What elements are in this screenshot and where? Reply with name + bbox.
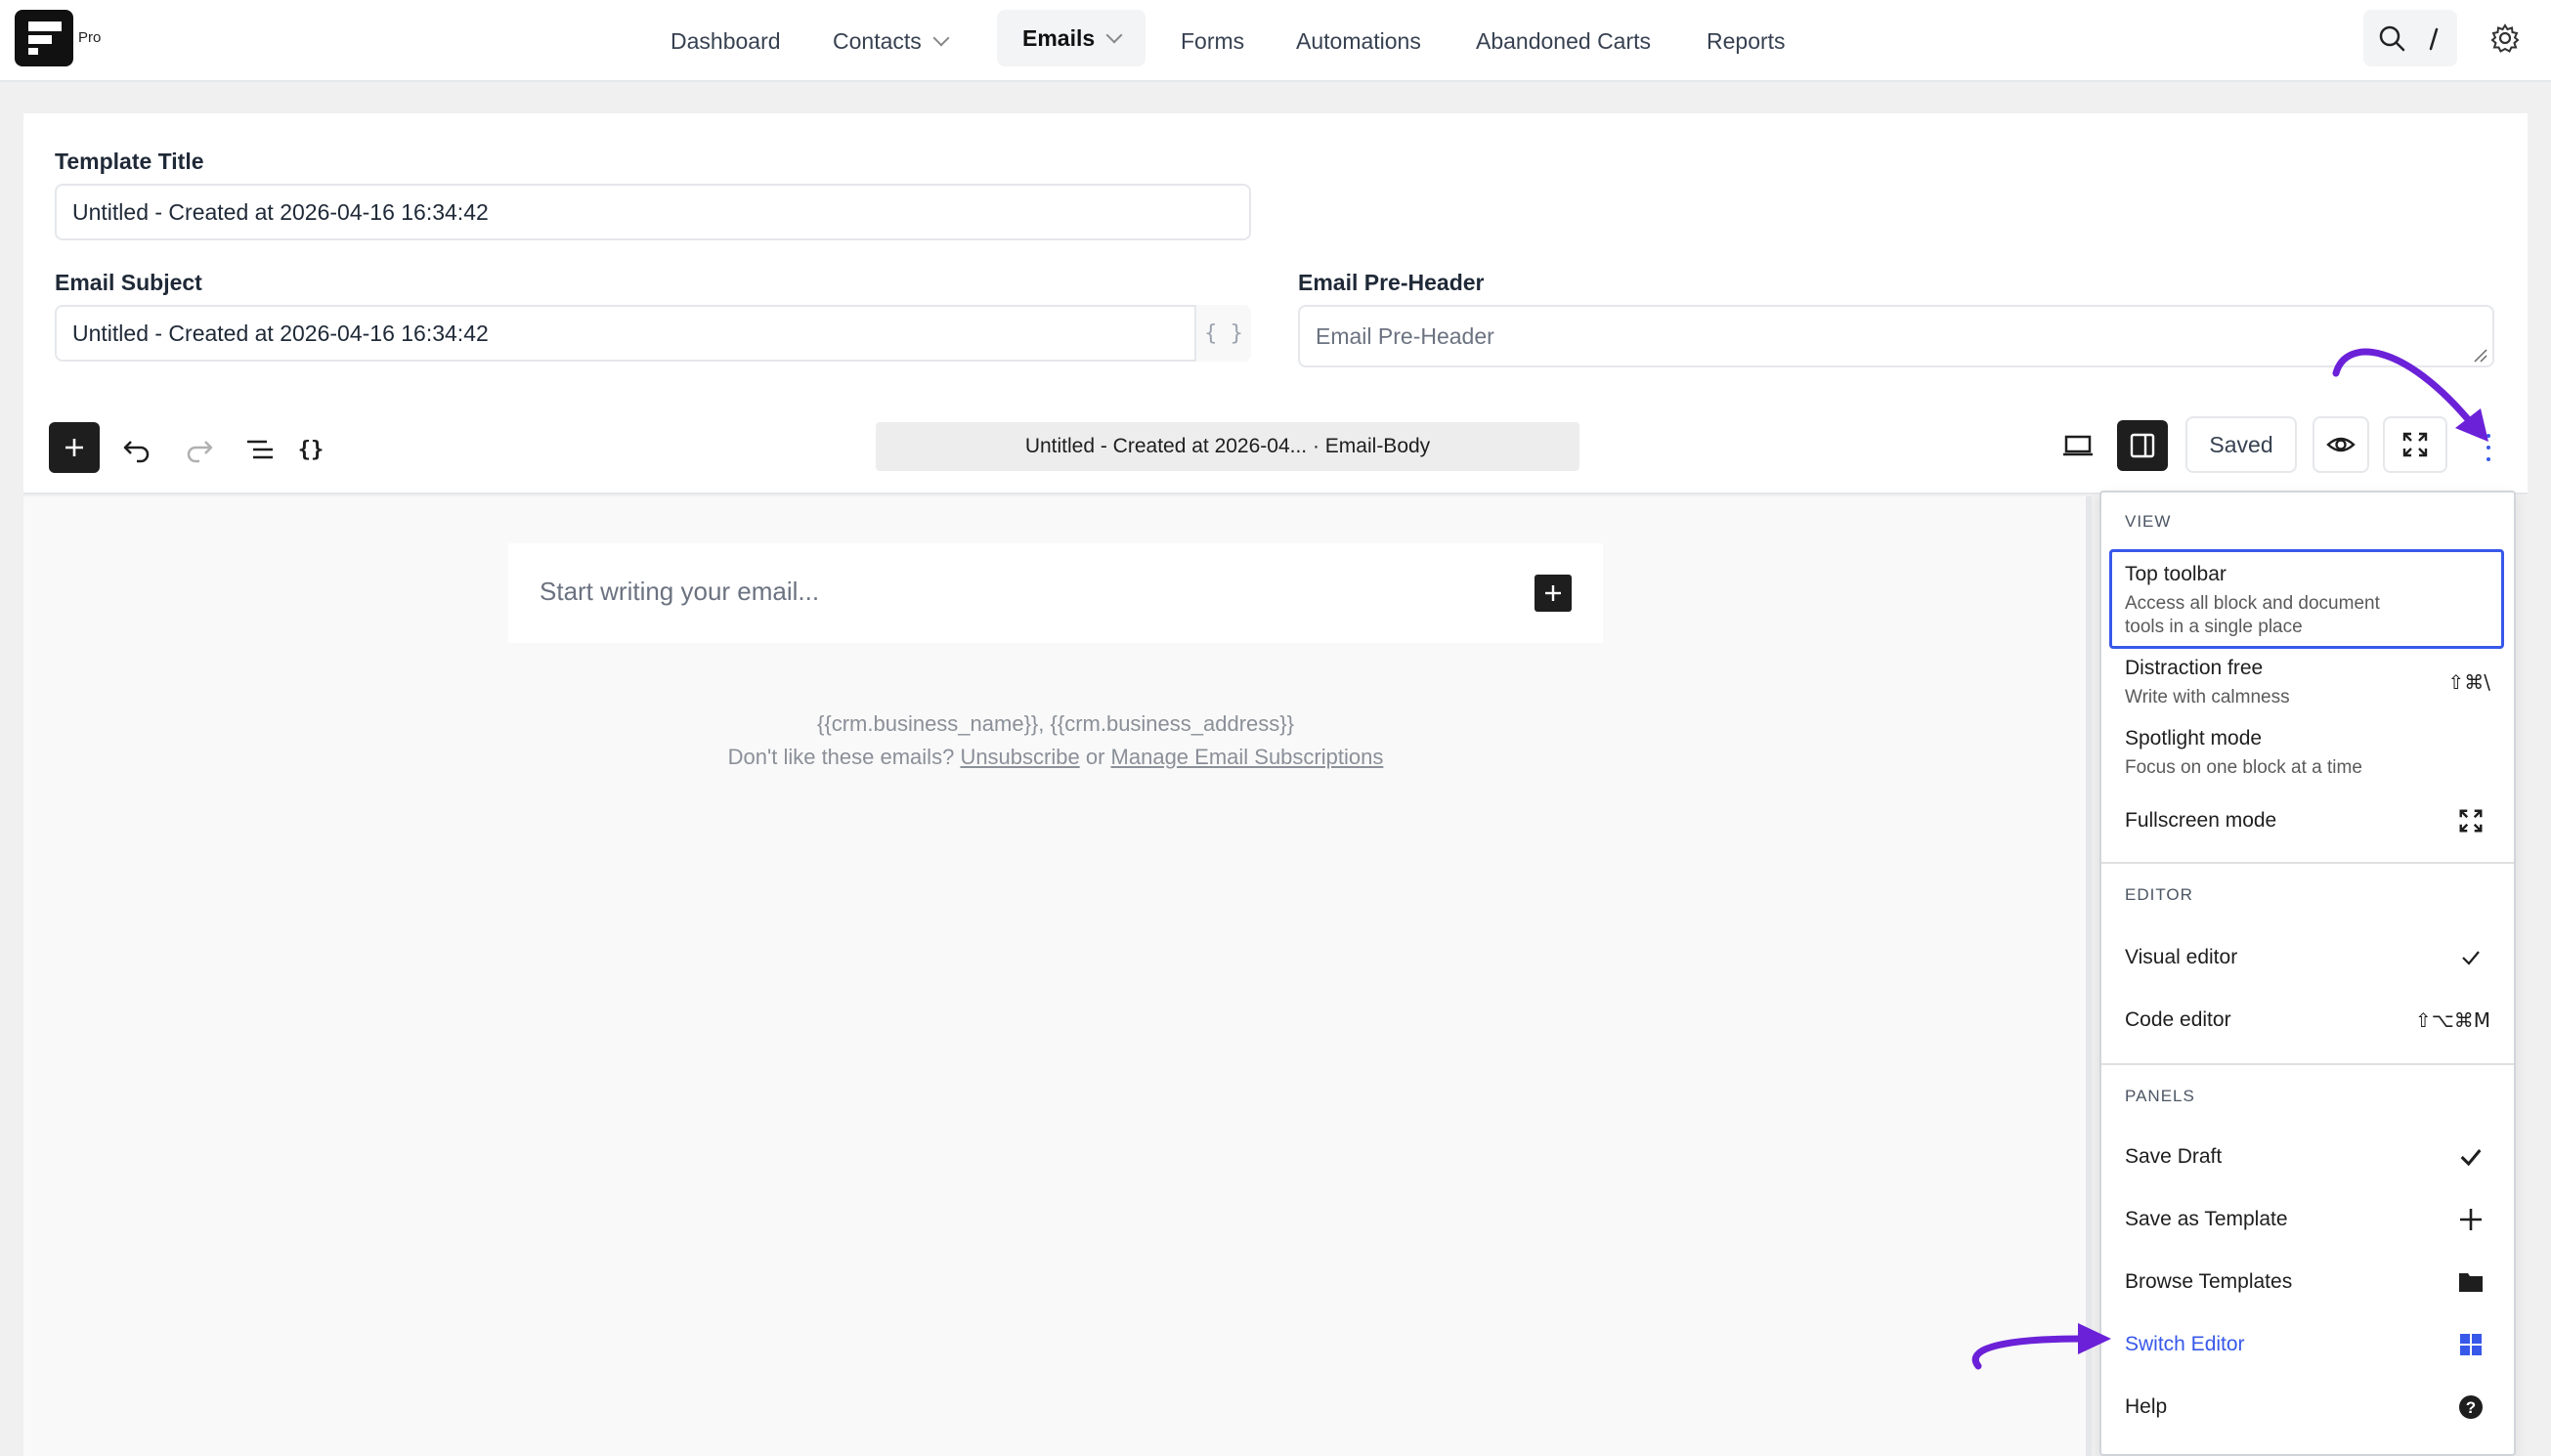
nav-contacts-label: Contacts — [833, 27, 922, 54]
spotlight-desc: Focus on one block at a time — [2125, 757, 2362, 778]
top-toolbar-label: Top toolbar — [2125, 563, 2227, 585]
resize-handle-icon[interactable] — [2473, 348, 2488, 364]
nav-reports[interactable]: Reports — [1707, 23, 1786, 59]
menu-item-switch-editor[interactable]: Switch Editor — [2125, 1333, 2245, 1356]
eye-icon — [2326, 437, 2356, 452]
distraction-free-shortcut: ⇧⌘\ — [2447, 670, 2491, 694]
redo-button[interactable] — [180, 430, 219, 469]
menu-item-save-draft[interactable]: Save Draft — [2125, 1145, 2222, 1169]
smartcode-icon[interactable]: {} — [291, 430, 330, 469]
search-icon[interactable] — [2377, 23, 2406, 53]
menu-item-help[interactable]: Help — [2125, 1395, 2167, 1419]
sidebar-icon — [2130, 433, 2155, 458]
email-footer-address: {{crm.business_name}}, {{crm.business_ad… — [817, 711, 1294, 736]
settings-sidebar-toggle[interactable] — [2117, 420, 2168, 471]
kebab-dot — [2486, 457, 2490, 461]
email-subject-input[interactable]: Untitled - Created at 2026-04-16 16:34:4… — [55, 305, 1251, 362]
menu-item-code-editor[interactable]: Code editor — [2125, 1008, 2231, 1032]
block-inserter-button[interactable] — [49, 422, 100, 473]
kebab-dot — [2486, 446, 2490, 450]
menu-item-fullscreen[interactable]: Fullscreen mode — [2125, 809, 2276, 833]
list-view-icon — [247, 440, 273, 459]
nav-abandoned-carts-label: Abandoned Carts — [1476, 27, 1652, 54]
plus-icon — [2455, 1204, 2486, 1235]
document-overview-button[interactable] — [240, 430, 280, 469]
fullscreen-button[interactable] — [2383, 416, 2447, 473]
desktop-icon — [2063, 435, 2093, 456]
help-icon: ? — [2455, 1392, 2486, 1423]
preheader-label: Email Pre-Header — [1298, 270, 1485, 295]
email-body-placeholder[interactable]: Start writing your email... — [540, 577, 819, 607]
footer-or: or — [1085, 745, 1105, 769]
preheader-textarea[interactable]: Email Pre-Header — [1298, 305, 2494, 367]
command-slash-icon[interactable] — [2424, 25, 2443, 53]
unsubscribe-link[interactable]: Unsubscribe — [960, 745, 1079, 769]
folder-icon — [2455, 1266, 2486, 1298]
menu-section-editor: EDITOR — [2125, 885, 2193, 904]
nav-tools — [2363, 10, 2457, 66]
nav-automations-label: Automations — [1296, 27, 1421, 54]
nav-forms-label: Forms — [1181, 27, 1245, 54]
menu-item-spotlight[interactable]: Spotlight mode — [2125, 727, 2262, 750]
svg-text:?: ? — [2466, 1398, 2476, 1417]
saved-status-button[interactable]: Saved — [2185, 416, 2297, 473]
menu-item-save-as-template[interactable]: Save as Template — [2125, 1208, 2288, 1231]
fullscreen-icon — [2459, 809, 2483, 833]
fullscreen-icon — [2402, 432, 2428, 457]
check-icon — [2455, 1141, 2486, 1173]
nav-dashboard-label: Dashboard — [670, 27, 781, 54]
footer-prefix: Don't like these emails? — [727, 745, 955, 769]
app-logo[interactable] — [15, 10, 73, 66]
template-title-input[interactable]: Untitled - Created at 2026-04-16 16:34:4… — [55, 184, 1251, 240]
nav-contacts[interactable]: Contacts — [833, 23, 950, 59]
menu-item-visual-editor[interactable]: Visual editor — [2125, 946, 2237, 969]
nav-automations[interactable]: Automations — [1296, 23, 1421, 59]
sidebar-edge — [2086, 496, 2092, 1456]
email-footer-links: Don't like these emails? Unsubscribe or … — [508, 745, 1603, 770]
menu-item-browse-templates[interactable]: Browse Templates — [2125, 1270, 2292, 1294]
logo-icon — [28, 21, 62, 55]
preview-device-button[interactable] — [2058, 426, 2097, 465]
check-icon — [2455, 942, 2486, 973]
kebab-dot — [2486, 434, 2490, 438]
top-toolbar-desc: Access all block and document — [2125, 593, 2380, 614]
top-toolbar-desc-2: tools in a single place — [2125, 617, 2303, 637]
document-title-bar[interactable]: Untitled - Created at 2026-04... · Email… — [876, 422, 1579, 471]
smartcode-braces-button[interactable]: { } — [1194, 305, 1251, 362]
nav-forms[interactable]: Forms — [1181, 23, 1244, 59]
menu-item-distraction-free[interactable]: Distraction free — [2125, 657, 2263, 680]
gear-icon[interactable] — [2490, 23, 2520, 53]
nav-emails-label: Emails — [1022, 24, 1096, 51]
preview-button[interactable] — [2313, 416, 2369, 473]
chevron-down-icon — [1105, 26, 1123, 44]
redo-icon — [187, 441, 213, 463]
menu-section-view: VIEW — [2125, 512, 2172, 531]
menu-divider — [2101, 862, 2514, 864]
fullscreen-menu-icon — [2455, 805, 2486, 836]
manage-subscriptions-link[interactable]: Manage Email Subscriptions — [1111, 745, 1384, 769]
distraction-free-desc: Write with calmness — [2125, 687, 2290, 707]
undo-icon — [123, 441, 150, 463]
undo-button[interactable] — [117, 430, 156, 469]
chevron-down-icon — [932, 29, 950, 47]
nav-emails[interactable]: Emails — [997, 10, 1146, 66]
options-menu-button[interactable] — [2479, 430, 2498, 465]
email-subject-label: Email Subject — [55, 270, 202, 295]
nav-dashboard[interactable]: Dashboard — [670, 23, 781, 59]
template-title-label: Template Title — [55, 149, 204, 174]
code-editor-shortcut: ⇧⌥⌘M — [2414, 1008, 2490, 1032]
block-add-button[interactable] — [1535, 575, 1572, 612]
menu-divider — [2101, 1063, 2514, 1065]
plus-icon — [65, 439, 83, 456]
grid-icon — [2455, 1329, 2486, 1360]
nav-reports-label: Reports — [1707, 27, 1786, 54]
menu-section-panels: PANELS — [2125, 1087, 2195, 1105]
pro-badge: Pro — [78, 29, 102, 46]
nav-abandoned-carts[interactable]: Abandoned Carts — [1476, 23, 1651, 59]
plus-icon — [1545, 585, 1561, 601]
top-navigation: Pro Dashboard Contacts Emails Forms Auto… — [0, 0, 2551, 82]
